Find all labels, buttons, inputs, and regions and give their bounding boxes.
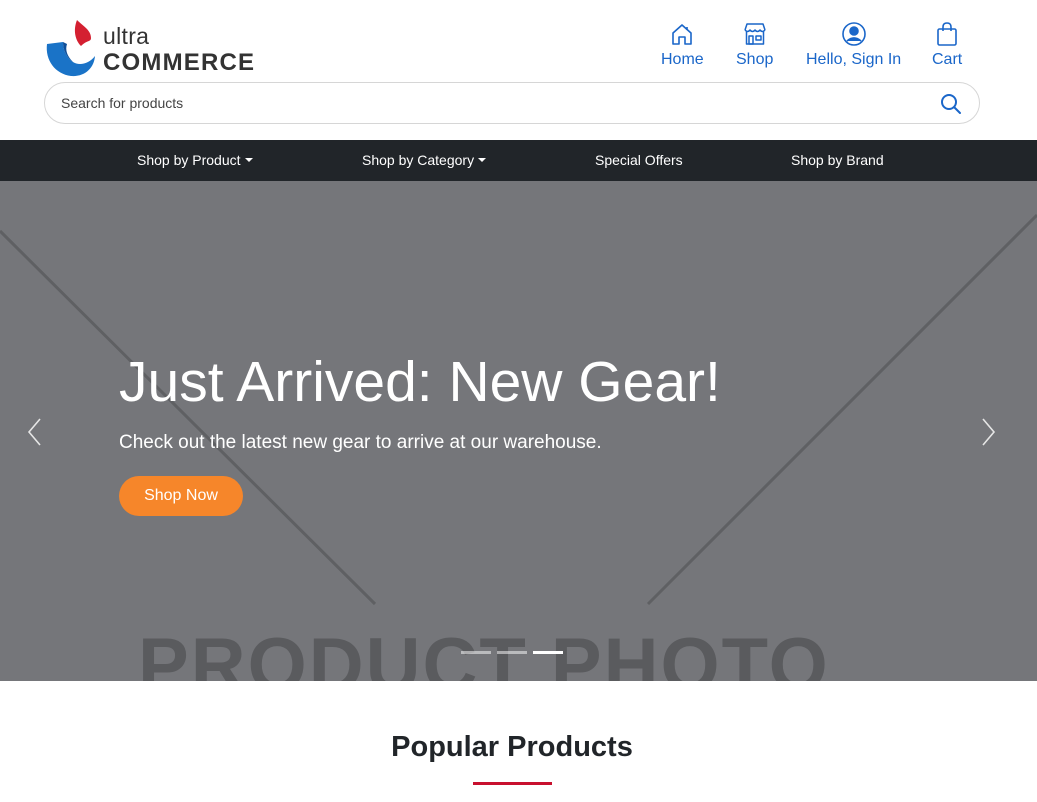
carousel-indicator-active[interactable] — [533, 651, 563, 654]
nav-sign-in-label: Hello, Sign In — [806, 51, 902, 68]
nav-cart-label: Cart — [932, 51, 963, 68]
nav-cart[interactable]: Cart — [932, 21, 962, 69]
logo-text-ultra: ultra — [103, 23, 150, 49]
brand-logo[interactable]: ultra COMMERCE — [43, 16, 254, 78]
placeholder-image — [0, 213, 1037, 606]
hero-carousel: PRODUCT PHOTO Just Arrived: New Gear! Ch… — [0, 181, 1037, 681]
search-bar — [44, 82, 980, 124]
storefront-icon — [743, 23, 766, 45]
hero-subtitle: Check out the latest new gear to arrive … — [119, 432, 602, 453]
nav-sign-in[interactable]: Hello, Sign In — [806, 21, 901, 69]
search-input[interactable] — [61, 91, 921, 115]
nav-home[interactable]: Home — [661, 21, 704, 69]
caret-down-icon — [244, 158, 253, 162]
chevron-right-icon[interactable] — [978, 417, 998, 447]
logo-text-commerce: COMMERCE — [103, 49, 256, 76]
nav-shop[interactable]: Shop — [736, 21, 773, 69]
category-navbar: Shop by Product Shop by Category Special… — [0, 140, 1037, 181]
menu-shop-by-category-label: Shop by Category — [362, 152, 475, 168]
menu-shop-by-brand[interactable]: Shop by Brand — [791, 152, 884, 168]
hero-title: Just Arrived: New Gear! — [119, 350, 721, 414]
section-title-underline — [473, 782, 552, 785]
user-circle-icon — [841, 22, 866, 46]
menu-shop-by-product-label: Shop by Product — [137, 152, 241, 168]
menu-special-offers[interactable]: Special Offers — [595, 152, 683, 168]
chevron-left-icon[interactable] — [25, 417, 45, 447]
carousel-indicator[interactable] — [497, 651, 527, 654]
house-icon — [672, 24, 693, 45]
caret-down-icon — [478, 158, 487, 162]
nav-shop-label: Shop — [736, 51, 774, 68]
site-header: ultra COMMERCE Home Shop Hello, Sign In — [0, 0, 1037, 140]
menu-shop-by-category[interactable]: Shop by Category — [362, 152, 487, 168]
section-title-popular-products: Popular Products — [391, 731, 633, 763]
search-icon[interactable] — [939, 92, 963, 116]
carousel-indicators — [461, 651, 563, 655]
nav-home-label: Home — [661, 51, 704, 68]
carousel-indicator[interactable] — [461, 651, 491, 654]
shop-now-button[interactable]: Shop Now — [119, 476, 243, 516]
logo-mark-icon — [46, 20, 95, 77]
menu-shop-by-product[interactable]: Shop by Product — [137, 152, 253, 168]
shopping-bag-icon — [937, 22, 957, 46]
